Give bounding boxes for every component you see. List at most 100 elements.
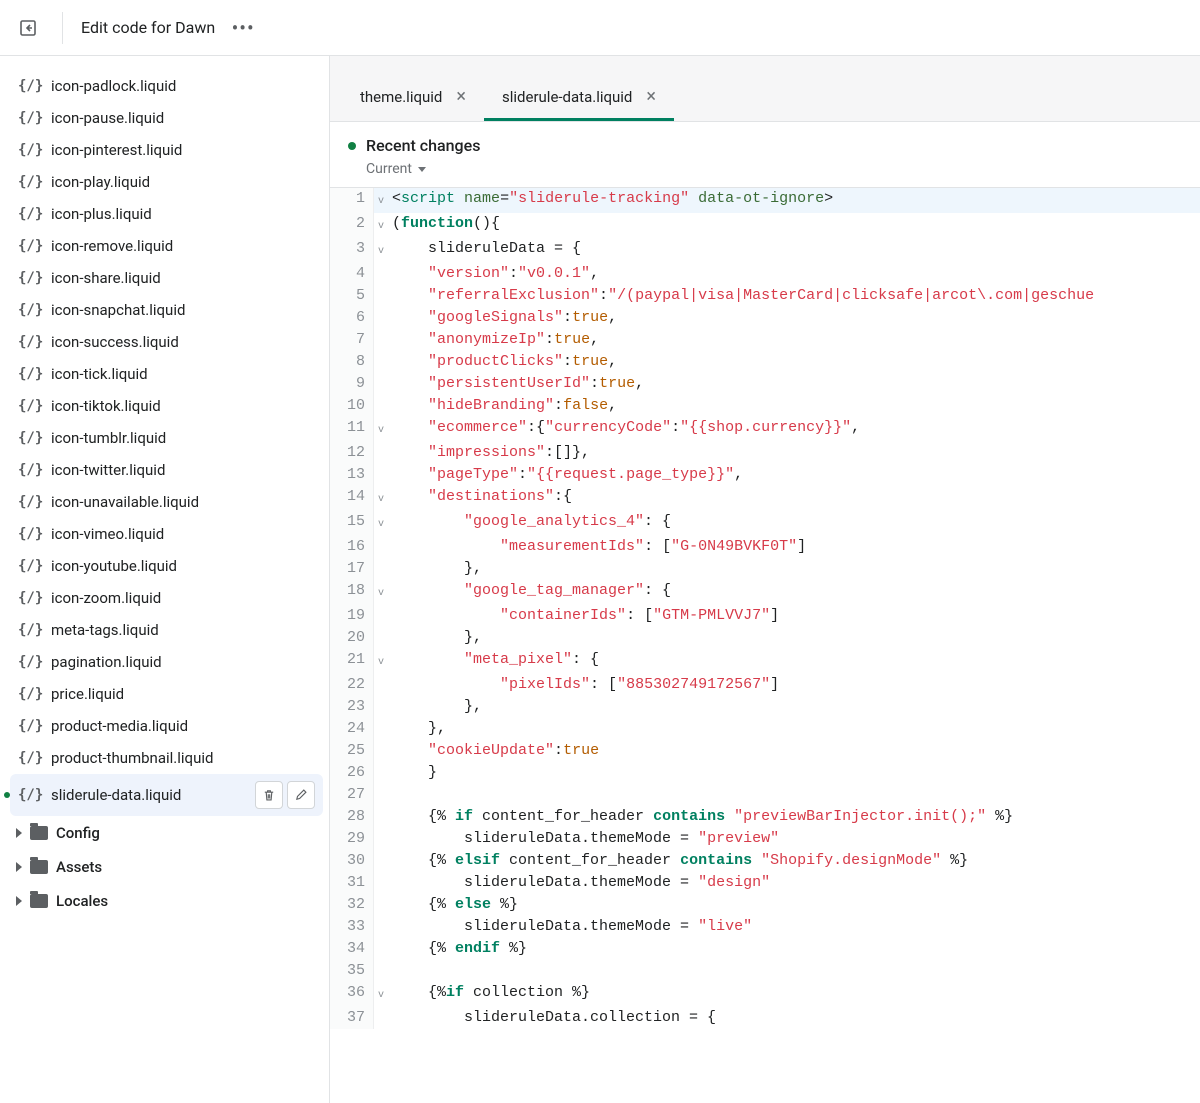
code-line[interactable]: 3v slideruleData = { <box>330 238 1200 263</box>
fold-marker[interactable]: v <box>374 486 388 511</box>
code-line[interactable]: 18v "google_tag_manager": { <box>330 580 1200 605</box>
file-item[interactable]: {/}icon-vimeo.liquid <box>10 518 323 550</box>
file-item[interactable]: {/}icon-zoom.liquid <box>10 582 323 614</box>
folder-item[interactable]: Locales <box>10 884 323 918</box>
code-text <box>388 784 392 806</box>
tab-bar: theme.liquid×sliderule-data.liquid× <box>330 56 1200 122</box>
code-line[interactable]: 13 "pageType":"{{request.page_type}}", <box>330 464 1200 486</box>
fold-marker[interactable]: v <box>374 511 388 536</box>
file-name: icon-padlock.liquid <box>51 77 176 95</box>
exit-button[interactable] <box>12 12 44 44</box>
file-item[interactable]: {/}icon-play.liquid <box>10 166 323 198</box>
code-line[interactable]: 19 "containerIds": ["GTM-PMLVVJ7"] <box>330 605 1200 627</box>
file-item[interactable]: {/}icon-success.liquid <box>10 326 323 358</box>
editor-tab[interactable]: theme.liquid × <box>342 76 484 121</box>
line-number: 9 <box>330 373 374 395</box>
file-item[interactable]: {/}icon-share.liquid <box>10 262 323 294</box>
folder-item[interactable]: Assets <box>10 850 323 884</box>
code-line[interactable]: 12 "impressions":[]}, <box>330 442 1200 464</box>
tab-label: theme.liquid <box>360 88 442 106</box>
code-line[interactable]: 2v(function(){ <box>330 213 1200 238</box>
code-line[interactable]: 5 "referralExclusion":"/(paypal|visa|Mas… <box>330 285 1200 307</box>
code-line[interactable]: 22 "pixelIds": ["885302749172567"] <box>330 674 1200 696</box>
code-line[interactable]: 32 {% else %} <box>330 894 1200 916</box>
file-item[interactable]: {/}icon-padlock.liquid <box>10 70 323 102</box>
file-item[interactable]: {/}icon-snapchat.liquid <box>10 294 323 326</box>
file-name: pagination.liquid <box>51 653 162 671</box>
code-line[interactable]: 24 }, <box>330 718 1200 740</box>
file-item[interactable]: {/}icon-twitter.liquid <box>10 454 323 486</box>
file-item[interactable]: {/}icon-tick.liquid <box>10 358 323 390</box>
file-name: icon-zoom.liquid <box>51 589 161 607</box>
code-line[interactable]: 7 "anonymizeIp":true, <box>330 329 1200 351</box>
folder-item[interactable]: Config <box>10 816 323 850</box>
more-button[interactable]: ••• <box>227 12 259 44</box>
fold-marker[interactable]: v <box>374 580 388 605</box>
code-line[interactable]: 4 "version":"v0.0.1", <box>330 263 1200 285</box>
version-dropdown[interactable]: Current <box>366 161 1182 177</box>
code-line[interactable]: 35 <box>330 960 1200 982</box>
code-line[interactable]: 15v "google_analytics_4": { <box>330 511 1200 536</box>
code-line[interactable]: 11v "ecommerce":{"currencyCode":"{{shop.… <box>330 417 1200 442</box>
fold-marker <box>374 263 388 285</box>
file-name: icon-pause.liquid <box>51 109 164 127</box>
close-tab-icon[interactable]: × <box>646 88 656 106</box>
fold-marker <box>374 828 388 850</box>
line-number: 23 <box>330 696 374 718</box>
file-item[interactable]: {/}icon-youtube.liquid <box>10 550 323 582</box>
code-line[interactable]: 17 }, <box>330 558 1200 580</box>
file-tree[interactable]: {/}icon-padlock.liquid{/}icon-pause.liqu… <box>0 56 330 1103</box>
code-text: <script name="sliderule-tracking" data-o… <box>388 188 833 213</box>
code-line[interactable]: 25 "cookieUpdate":true <box>330 740 1200 762</box>
fold-marker[interactable]: v <box>374 213 388 238</box>
fold-marker[interactable]: v <box>374 417 388 442</box>
code-line[interactable]: 20 }, <box>330 627 1200 649</box>
delete-file-button[interactable] <box>255 781 283 809</box>
file-item[interactable]: {/}sliderule-data.liquid <box>10 774 323 816</box>
code-line[interactable]: 30 {% elsif content_for_header contains … <box>330 850 1200 872</box>
code-line[interactable]: 16 "measurementIds": ["G-0N49BVKF0T"] <box>330 536 1200 558</box>
fold-marker[interactable]: v <box>374 238 388 263</box>
line-number: 13 <box>330 464 374 486</box>
file-item[interactable]: {/}icon-unavailable.liquid <box>10 486 323 518</box>
code-line[interactable]: 1v<script name="sliderule-tracking" data… <box>330 188 1200 213</box>
editor-tab[interactable]: sliderule-data.liquid× <box>484 76 674 121</box>
code-line[interactable]: 31 slideruleData.themeMode = "design" <box>330 872 1200 894</box>
code-line[interactable]: 28 {% if content_for_header contains "pr… <box>330 806 1200 828</box>
file-name: icon-unavailable.liquid <box>51 493 199 511</box>
code-line[interactable]: 14v "destinations":{ <box>330 486 1200 511</box>
fold-marker[interactable]: v <box>374 649 388 674</box>
file-item[interactable]: {/}icon-tiktok.liquid <box>10 390 323 422</box>
file-item[interactable]: {/}icon-plus.liquid <box>10 198 323 230</box>
code-line[interactable]: 26 } <box>330 762 1200 784</box>
file-item[interactable]: {/}product-media.liquid <box>10 710 323 742</box>
file-item[interactable]: {/}icon-pinterest.liquid <box>10 134 323 166</box>
code-line[interactable]: 8 "productClicks":true, <box>330 351 1200 373</box>
fold-marker[interactable]: v <box>374 982 388 1007</box>
file-item[interactable]: {/}price.liquid <box>10 678 323 710</box>
file-item[interactable]: {/}icon-remove.liquid <box>10 230 323 262</box>
file-item[interactable]: {/}icon-tumblr.liquid <box>10 422 323 454</box>
rename-file-button[interactable] <box>287 781 315 809</box>
file-item[interactable]: {/}pagination.liquid <box>10 646 323 678</box>
code-line[interactable]: 34 {% endif %} <box>330 938 1200 960</box>
code-line[interactable]: 29 slideruleData.themeMode = "preview" <box>330 828 1200 850</box>
file-item[interactable]: {/}icon-pause.liquid <box>10 102 323 134</box>
code-editor[interactable]: 1v<script name="sliderule-tracking" data… <box>330 188 1200 1103</box>
code-line[interactable]: 10 "hideBranding":false, <box>330 395 1200 417</box>
code-line[interactable]: 23 }, <box>330 696 1200 718</box>
page-title: Edit code for Dawn <box>81 18 215 37</box>
close-tab-icon[interactable]: × <box>456 88 466 106</box>
code-line[interactable]: 37 slideruleData.collection = { <box>330 1007 1200 1029</box>
fold-marker[interactable]: v <box>374 188 388 213</box>
line-number: 20 <box>330 627 374 649</box>
code-line[interactable]: 36v {%if collection %} <box>330 982 1200 1007</box>
line-number: 15 <box>330 511 374 536</box>
code-line[interactable]: 6 "googleSignals":true, <box>330 307 1200 329</box>
file-item[interactable]: {/}meta-tags.liquid <box>10 614 323 646</box>
code-line[interactable]: 21v "meta_pixel": { <box>330 649 1200 674</box>
file-item[interactable]: {/}product-thumbnail.liquid <box>10 742 323 774</box>
code-line[interactable]: 27 <box>330 784 1200 806</box>
code-line[interactable]: 9 "persistentUserId":true, <box>330 373 1200 395</box>
code-line[interactable]: 33 slideruleData.themeMode = "live" <box>330 916 1200 938</box>
